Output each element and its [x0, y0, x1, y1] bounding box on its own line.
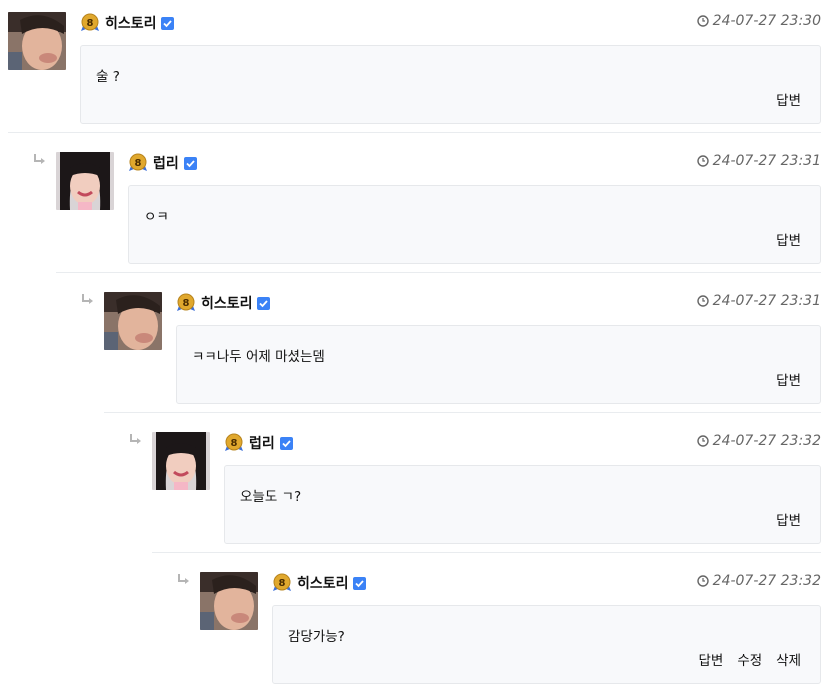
comment-actions: 답변 — [776, 89, 801, 109]
reply-button[interactable]: 답변 — [776, 89, 801, 109]
svg-text:8: 8 — [279, 578, 286, 589]
date-text: 24-07-27 23:31 — [712, 153, 821, 169]
comment-reply: 8 히스토리 24-07-27 23:32 감당가능? 답변 수정 삭제 — [176, 570, 821, 692]
reply-button[interactable]: 답변 — [776, 229, 801, 249]
verified-check-icon — [184, 155, 197, 170]
svg-text:8: 8 — [135, 158, 142, 169]
user-photo-female-icon — [56, 152, 114, 210]
divider — [8, 132, 821, 133]
divider — [152, 552, 821, 553]
comment-text: ㅋㅋ나두 어제 마셨는뎀 — [192, 349, 325, 365]
comment-header: 8 럽리 24-07-27 23:31 — [128, 150, 821, 174]
user-photo-male-icon — [8, 12, 66, 70]
avatar[interactable] — [104, 292, 162, 350]
date-text: 24-07-27 23:30 — [712, 13, 821, 29]
comment-actions: 답변 — [776, 509, 801, 529]
comment-date: 24-07-27 23:31 — [696, 293, 821, 309]
author-name[interactable]: 히스토리 — [105, 13, 157, 33]
verified-check-icon — [257, 295, 270, 310]
reply-arrow-icon — [176, 572, 192, 588]
level-badge-icon: 8 — [272, 572, 292, 592]
avatar[interactable] — [56, 152, 114, 210]
user-photo-female-icon — [152, 432, 210, 490]
verified-check-icon — [280, 435, 293, 450]
clock-icon — [696, 155, 709, 167]
level-badge-icon: 8 — [224, 432, 244, 452]
comment-header: 8 히스토리 24-07-27 23:31 — [176, 290, 821, 314]
comment-date: 24-07-27 23:30 — [696, 13, 821, 29]
clock-icon — [696, 575, 709, 587]
comment-actions: 답변 — [776, 369, 801, 389]
user-photo-male-icon — [200, 572, 258, 630]
verified-check-icon — [353, 575, 366, 590]
comment-reply: 8 히스토리 24-07-27 23:31 ㅋㅋ나두 어제 마셨는뎀 답변 — [80, 290, 821, 420]
level-badge-icon: 8 — [176, 292, 196, 312]
delete-button[interactable]: 삭제 — [776, 649, 801, 669]
comment-reply: 8 럽리 24-07-27 23:32 오늘도 ㄱ? 답변 — [128, 430, 821, 560]
comment-date: 24-07-27 23:32 — [696, 433, 821, 449]
comment-bubble: ㅇㅋ 답변 — [128, 185, 821, 264]
comment-bubble: 오늘도 ㄱ? 답변 — [224, 465, 821, 544]
comment-actions: 답변 수정 삭제 — [698, 649, 801, 669]
verified-check-icon — [161, 15, 174, 30]
comment-bubble: 술 ? 답변 — [80, 45, 821, 124]
author-name[interactable]: 럽리 — [153, 153, 179, 173]
comment-bubble: 감당가능? 답변 수정 삭제 — [272, 605, 821, 684]
reply-button[interactable]: 답변 — [698, 649, 723, 669]
svg-text:8: 8 — [183, 298, 190, 309]
level-badge-icon: 8 — [128, 152, 148, 172]
user-photo-male-icon — [104, 292, 162, 350]
comment: 8 히스토리 24-07-27 23:30 술 ? 답변 — [8, 10, 821, 140]
comment-thread: 8 히스토리 24-07-27 23:30 술 ? 답변 8 럽리 24-07-… — [0, 0, 835, 692]
reply-arrow-icon — [32, 152, 48, 168]
comment-date: 24-07-27 23:31 — [696, 153, 821, 169]
edit-button[interactable]: 수정 — [737, 649, 762, 669]
divider — [56, 272, 821, 273]
author-name[interactable]: 히스토리 — [201, 293, 253, 313]
reply-button[interactable]: 답변 — [776, 369, 801, 389]
comment-date: 24-07-27 23:32 — [696, 573, 821, 589]
comment-header: 8 히스토리 24-07-27 23:30 — [80, 10, 821, 34]
clock-icon — [696, 15, 709, 27]
svg-text:8: 8 — [231, 438, 238, 449]
comment-actions: 답변 — [776, 229, 801, 249]
comment-text: 술 ? — [96, 69, 120, 85]
svg-text:8: 8 — [87, 18, 94, 29]
comment-reply: 8 럽리 24-07-27 23:31 ㅇㅋ 답변 — [32, 150, 821, 280]
author-name[interactable]: 럽리 — [249, 433, 275, 453]
comment-text: ㅇㅋ — [144, 209, 169, 225]
date-text: 24-07-27 23:31 — [712, 293, 821, 309]
reply-button[interactable]: 답변 — [776, 509, 801, 529]
avatar[interactable] — [152, 432, 210, 490]
reply-arrow-icon — [128, 432, 144, 448]
level-badge-icon: 8 — [80, 12, 100, 32]
comment-header: 8 히스토리 24-07-27 23:32 — [272, 570, 821, 594]
reply-arrow-icon — [80, 292, 96, 308]
author-name[interactable]: 히스토리 — [297, 573, 349, 593]
clock-icon — [696, 295, 709, 307]
avatar[interactable] — [8, 12, 66, 70]
comment-text: 감당가능? — [288, 629, 345, 645]
comment-text: 오늘도 ㄱ? — [240, 489, 302, 505]
avatar[interactable] — [200, 572, 258, 630]
comment-bubble: ㅋㅋ나두 어제 마셨는뎀 답변 — [176, 325, 821, 404]
comment-header: 8 럽리 24-07-27 23:32 — [224, 430, 821, 454]
divider — [104, 412, 821, 413]
clock-icon — [696, 435, 709, 447]
date-text: 24-07-27 23:32 — [712, 573, 821, 589]
date-text: 24-07-27 23:32 — [712, 433, 821, 449]
